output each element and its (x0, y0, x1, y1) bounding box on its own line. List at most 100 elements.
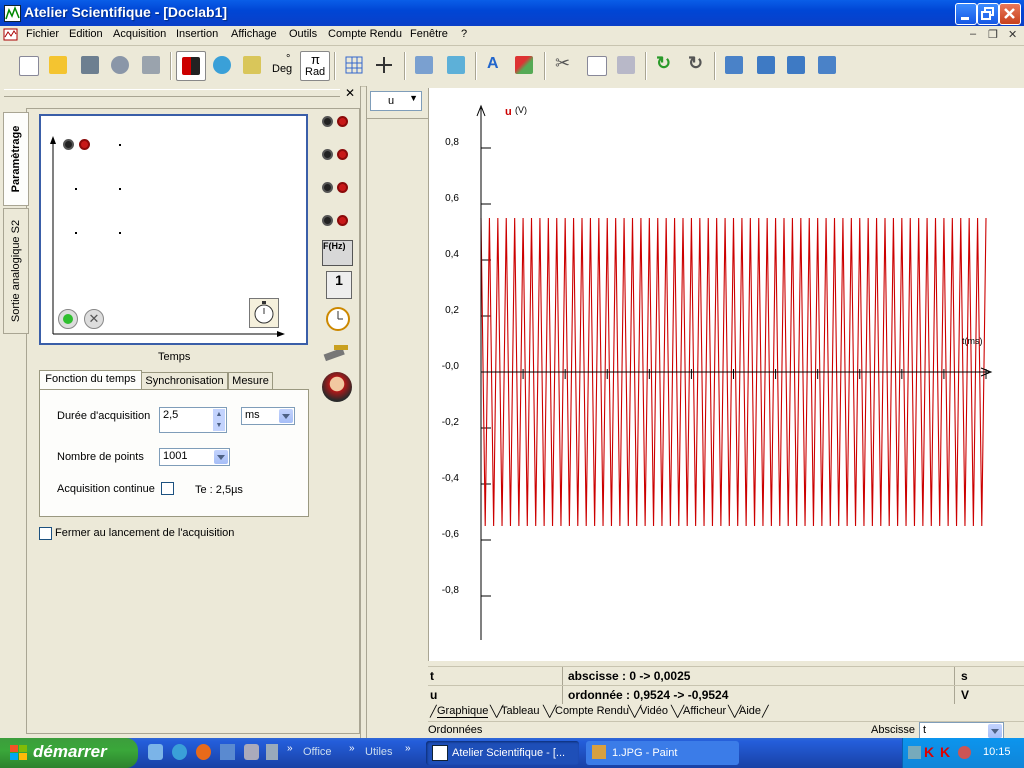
tab-parametrage[interactable]: Paramètrage (3, 112, 29, 206)
variable-select-box[interactable]: u ▼ (370, 91, 422, 111)
expand-office-icon[interactable]: » (349, 743, 355, 754)
tab-tableau[interactable]: Tableau (501, 705, 540, 717)
clear-button[interactable]: ✕ (84, 309, 104, 329)
splitter[interactable] (366, 86, 367, 738)
tray-app-icon[interactable] (958, 746, 971, 759)
tray-k-icon[interactable]: K (924, 744, 934, 760)
spin-up-icon[interactable]: ▲ (213, 409, 225, 420)
text-tool-button[interactable]: A (480, 51, 508, 79)
grid-button[interactable] (340, 51, 368, 79)
tab-sortie-analogique[interactable]: Sortie analogique S2 (3, 208, 29, 334)
panel-grip[interactable] (4, 89, 340, 97)
duration-unit-select[interactable]: ms (241, 407, 295, 425)
toolbar-utiles[interactable]: Utiles (365, 746, 393, 758)
start-button[interactable]: démarrer (0, 738, 138, 768)
red-input-jack[interactable] (79, 139, 90, 150)
menu-acquisition[interactable]: Acquisition (113, 28, 166, 40)
ql-media-icon[interactable] (220, 744, 235, 760)
expand-quicklaunch-icon[interactable]: » (287, 743, 293, 754)
camera-button[interactable] (208, 51, 236, 79)
copy-button[interactable] (582, 51, 610, 79)
ql-firefox-icon[interactable] (196, 744, 211, 760)
assistant-button[interactable] (322, 372, 352, 402)
red-jack-1[interactable] (337, 116, 348, 127)
task-paint[interactable]: 1.JPG - Paint (586, 741, 739, 765)
frequency-sensor-button[interactable]: F(Hz) (322, 240, 353, 266)
save-all-button[interactable] (106, 51, 134, 79)
tab-fonction-du-temps[interactable]: Fonction du temps (39, 370, 142, 391)
restore-button[interactable] (977, 3, 999, 25)
duration-input[interactable]: 2,5 ▲ ▼ (159, 407, 227, 433)
tab-mesure[interactable]: Mesure (228, 372, 273, 390)
open-button[interactable] (44, 51, 72, 79)
magic-tool-button[interactable] (238, 51, 266, 79)
axes-button[interactable] (370, 51, 398, 79)
mdi-close-icon[interactable]: ✕ (1008, 28, 1017, 41)
tools-button[interactable] (322, 341, 352, 363)
ql-calc-icon[interactable] (266, 744, 278, 760)
points-select[interactable]: 1001 (159, 448, 230, 466)
deg-button[interactable]: Deg ° (268, 51, 296, 79)
tray-network-icon[interactable] (908, 746, 921, 759)
tab-graphique[interactable]: Graphique (437, 705, 489, 718)
ql-tool-icon[interactable] (244, 744, 259, 760)
spin-down-icon[interactable]: ▼ (213, 420, 225, 431)
red-jack-3[interactable] (337, 182, 348, 193)
layout-2-button[interactable] (752, 51, 780, 79)
close-button[interactable] (999, 3, 1021, 25)
expand-utiles-icon[interactable]: » (405, 743, 411, 754)
black-jack-4[interactable] (322, 215, 333, 226)
plot-canvas[interactable]: 0,8 0,6 0,4 0,2 -0,0 -0,2 -0,4 -0,6 -0,8 u (V) t… (428, 88, 1024, 661)
refresh-button[interactable]: ↻ (650, 51, 678, 79)
app-icon[interactable] (4, 5, 21, 22)
variable-select[interactable]: u ▼ (370, 91, 422, 111)
menu-insertion[interactable]: Insertion (176, 28, 218, 40)
new-file-button[interactable] (14, 51, 42, 79)
ql-ie-icon[interactable] (172, 744, 187, 760)
continuous-checkbox[interactable] (161, 482, 174, 495)
layout-1-button[interactable] (720, 51, 748, 79)
calculator-button[interactable] (442, 51, 470, 79)
minimize-button[interactable] (955, 3, 977, 25)
menu-compte-rendu[interactable]: Compte Rendu (328, 28, 402, 40)
menu-outils[interactable]: Outils (289, 28, 317, 40)
task-atelier[interactable]: Atelier Scientifique - [... (426, 741, 579, 765)
menu-edition[interactable]: Edition (69, 28, 103, 40)
menu-help[interactable]: ? (461, 28, 467, 40)
acquisition-button[interactable] (176, 51, 206, 81)
black-input-jack[interactable] (63, 139, 74, 150)
rad-button[interactable]: π Rad (300, 51, 330, 81)
cut-button[interactable]: ✂ (550, 51, 578, 79)
process-button[interactable] (410, 51, 438, 79)
menu-affichage[interactable]: Affichage (231, 28, 277, 40)
paste-special-button[interactable] (612, 51, 640, 79)
black-jack-1[interactable] (322, 116, 333, 127)
save-button[interactable] (76, 51, 104, 79)
mdi-restore-icon[interactable]: ❐ (988, 28, 998, 41)
menu-fenetre[interactable]: Fenêtre (410, 28, 448, 40)
tab-compte-rendu[interactable]: Compte Rendu (555, 705, 629, 717)
doc-icon[interactable] (3, 27, 19, 43)
tab-afficheur[interactable]: Afficheur (683, 705, 726, 717)
tab-video[interactable]: Vidéo (640, 705, 668, 717)
start-acquisition-button[interactable] (58, 309, 78, 329)
red-jack-4[interactable] (337, 215, 348, 226)
mdi-minimize-icon[interactable]: – (970, 28, 976, 40)
close-on-launch-checkbox[interactable] (39, 527, 52, 540)
menu-fichier[interactable]: Fichier (26, 28, 59, 40)
black-jack-2[interactable] (322, 149, 333, 160)
pen-tool-button[interactable] (510, 51, 538, 79)
redo-button[interactable]: ↻ (682, 51, 710, 79)
print-button[interactable] (137, 51, 165, 79)
layout-4-button[interactable] (813, 51, 841, 79)
tray-k2-icon[interactable]: K (940, 744, 950, 760)
panel-close-icon[interactable]: ✕ (345, 86, 355, 100)
layout-3-button[interactable] (782, 51, 810, 79)
red-jack-2[interactable] (337, 149, 348, 160)
tab-synchronisation[interactable]: Synchronisation (141, 372, 228, 390)
black-jack-3[interactable] (322, 182, 333, 193)
counter-sensor-button[interactable]: 1 (326, 271, 352, 299)
ql-folder-icon[interactable] (148, 744, 163, 760)
toolbar-office[interactable]: Office (303, 746, 332, 758)
timer-button[interactable] (249, 298, 279, 328)
